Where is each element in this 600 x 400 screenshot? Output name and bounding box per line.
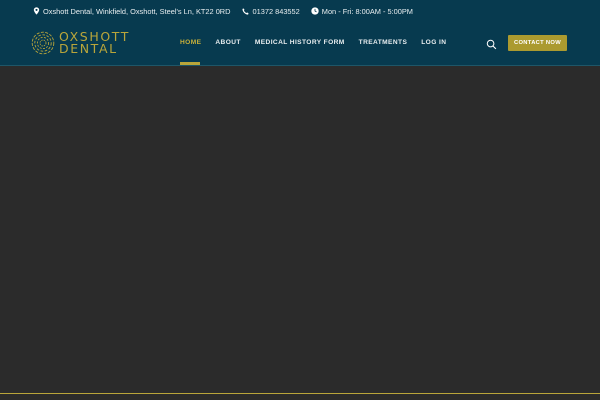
address-text: Oxshott Dental, Winkfield, Oxshott, Stee… bbox=[43, 6, 231, 16]
nav-item-about[interactable]: ABOUT bbox=[215, 39, 240, 46]
contact-now-button[interactable]: CONTACT NOW bbox=[508, 35, 567, 51]
main-content-area bbox=[0, 66, 600, 390]
active-nav-indicator bbox=[180, 62, 200, 65]
nav-item-home[interactable]: HOME bbox=[180, 39, 201, 46]
site-logo[interactable]: OXSHOTT DENTAL bbox=[31, 30, 130, 56]
location-pin-icon bbox=[32, 7, 40, 15]
site-header: Oxshott Dental, Winkfield, Oxshott, Stee… bbox=[0, 0, 600, 66]
main-nav: HOME ABOUT MEDICAL HISTORY FORM TREATMEN… bbox=[180, 39, 460, 46]
hours-item: Mon - Fri: 8:00AM - 5:00PM bbox=[311, 7, 413, 16]
logo-mark-icon bbox=[31, 31, 55, 55]
nav-item-log-in[interactable]: LOG IN bbox=[421, 39, 446, 46]
top-info-bar: Oxshott Dental, Winkfield, Oxshott, Stee… bbox=[32, 5, 413, 17]
phone-icon bbox=[242, 7, 250, 15]
phone-item[interactable]: 01372 843552 bbox=[242, 7, 300, 16]
footer-divider bbox=[0, 393, 600, 394]
hours-text: Mon - Fri: 8:00AM - 5:00PM bbox=[321, 6, 413, 16]
nav-item-treatments[interactable]: TREATMENTS bbox=[359, 39, 408, 46]
logo-line-2: DENTAL bbox=[59, 41, 118, 56]
logo-text: OXSHOTT DENTAL bbox=[59, 30, 130, 56]
phone-text[interactable]: 01372 843552 bbox=[253, 7, 300, 16]
address-item: Oxshott Dental, Winkfield, Oxshott, Stee… bbox=[32, 7, 231, 16]
clock-icon bbox=[311, 7, 319, 15]
page: Oxshott Dental, Winkfield, Oxshott, Stee… bbox=[0, 0, 600, 400]
search-icon bbox=[486, 39, 497, 50]
nav-item-medical-history-form[interactable]: MEDICAL HISTORY FORM bbox=[255, 39, 345, 46]
search-button[interactable] bbox=[486, 37, 497, 50]
